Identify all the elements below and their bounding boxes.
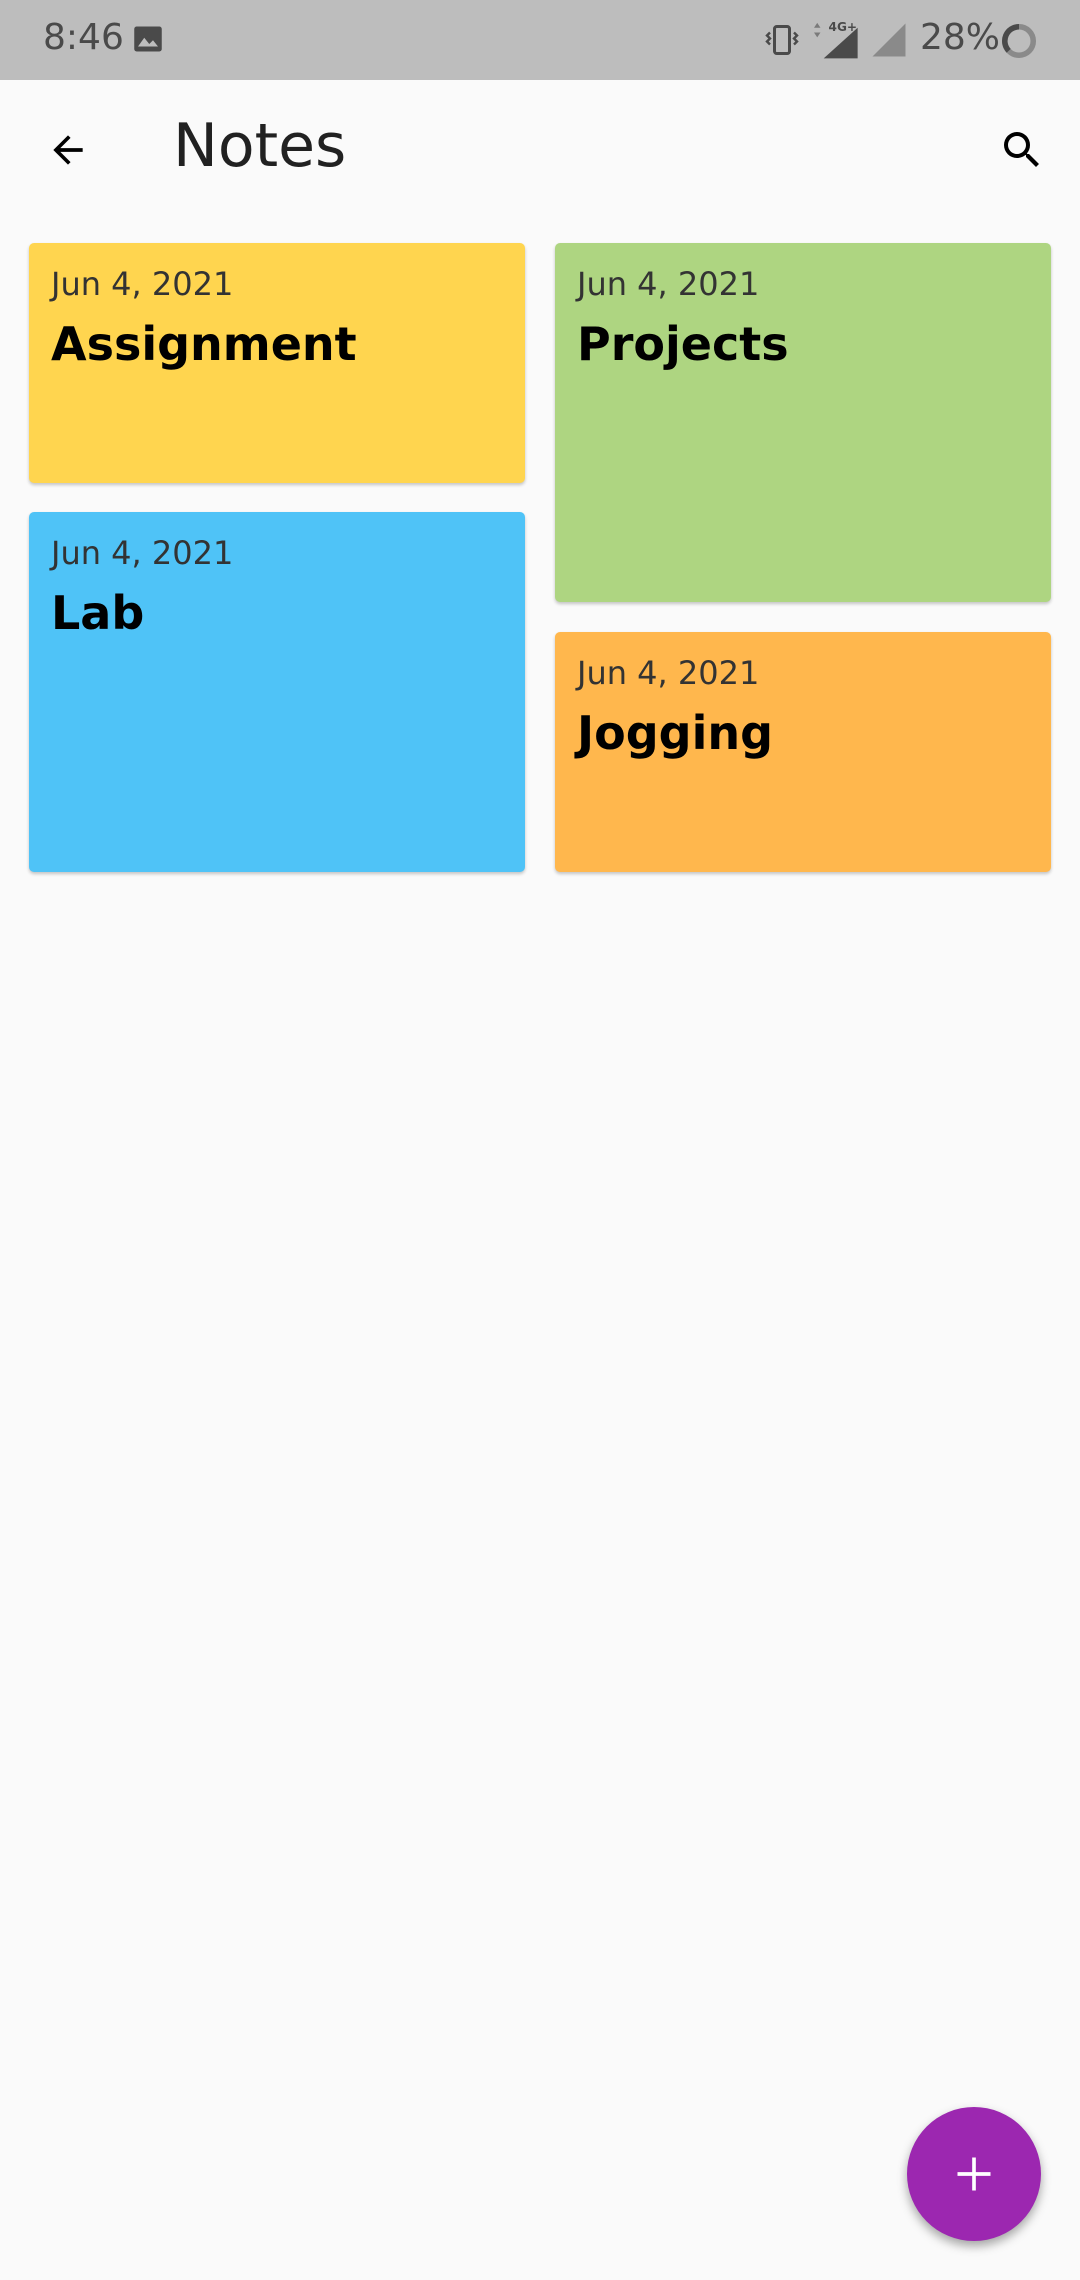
status-bar: 8:46 4G+ 28% (0, 0, 1080, 80)
note-title: Jogging (577, 706, 774, 761)
note-title: Projects (577, 317, 789, 372)
network-type-label: 4G+ (829, 20, 858, 34)
image-icon (134, 26, 162, 52)
search-icon (1004, 132, 1039, 167)
note-title: Lab (51, 586, 145, 641)
plus-icon (957, 2157, 991, 2191)
search-button[interactable] (982, 110, 1062, 190)
note-date: Jun 4, 2021 (577, 265, 760, 303)
add-note-button[interactable] (907, 2107, 1041, 2241)
note-date: Jun 4, 2021 (51, 265, 234, 303)
note-date: Jun 4, 2021 (577, 654, 760, 692)
note-card-jogging[interactable]: Jun 4, 2021 Jogging (555, 632, 1051, 872)
signal-4g-icon: 4G+ (814, 20, 858, 59)
arrow-back-icon (53, 135, 83, 165)
note-title: Assignment (51, 317, 357, 372)
vibrate-icon (765, 25, 799, 55)
note-card-lab[interactable]: Jun 4, 2021 Lab (29, 512, 525, 872)
note-card-assignment[interactable]: Jun 4, 2021 Assignment (29, 243, 525, 483)
back-button[interactable] (28, 110, 108, 190)
note-card-projects[interactable]: Jun 4, 2021 Projects (555, 243, 1051, 602)
battery-icon (1001, 23, 1037, 59)
battery-percent: 28% (920, 17, 1001, 58)
status-time: 8:46 (43, 17, 124, 58)
app-bar: Notes (0, 80, 1080, 215)
page-title: Notes (173, 111, 347, 181)
note-date: Jun 4, 2021 (51, 534, 234, 572)
signal-icon (872, 23, 906, 57)
